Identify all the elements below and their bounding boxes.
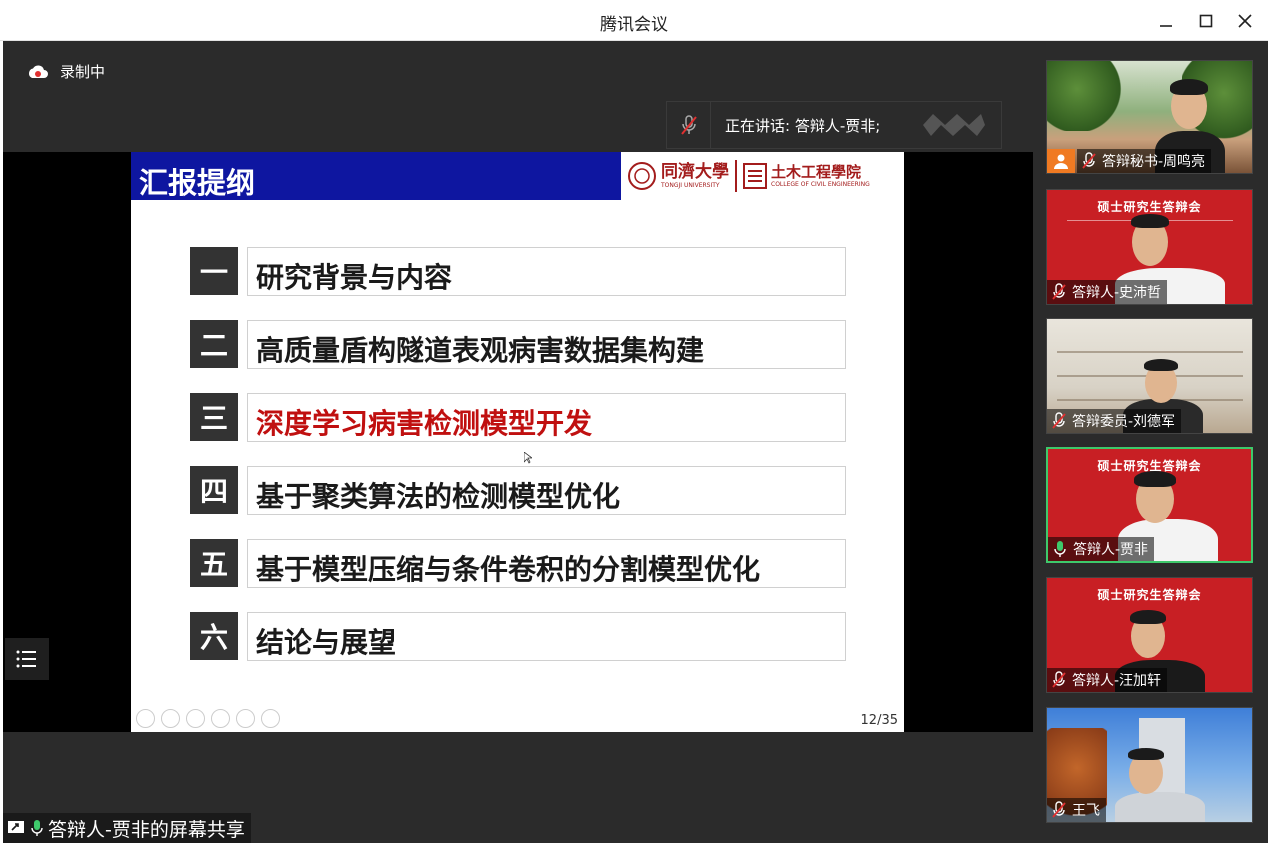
college-name: 土木工程學院 COLLEGE OF CIVIL ENGINEERING (771, 162, 870, 188)
outline-box: 结论与展望 (247, 612, 846, 661)
list-icon (16, 650, 36, 668)
banner-text: 硕士研究生答辩会 (1097, 200, 1202, 214)
next-slide-icon[interactable] (161, 709, 180, 728)
minimize-button[interactable] (1153, 8, 1179, 34)
outline-box: 基于聚类算法的检测模型优化 (247, 466, 846, 515)
participant-tile[interactable]: 答辩委员-刘德军 (1046, 318, 1253, 434)
outline-number: 二 (190, 320, 238, 368)
participant-name: 答辩人-史沛哲 (1072, 285, 1162, 301)
slide-controls (136, 709, 280, 728)
participant-label: 答辩秘书-周鸣亮 (1077, 149, 1212, 173)
host-icon (1047, 149, 1075, 173)
participant-name: 答辩委员-刘德军 (1072, 414, 1176, 430)
outline-text: 基于聚类算法的检测模型优化 (256, 480, 621, 513)
slides-grid-icon[interactable] (211, 709, 230, 728)
college-logo-icon (743, 163, 767, 189)
tongji-name: 同濟大學 TONGJI UNIVERSITY (661, 161, 729, 189)
participant-name: 答辩秘书-周鸣亮 (1102, 154, 1206, 170)
close-button[interactable] (1232, 8, 1258, 34)
close-icon (1238, 14, 1252, 28)
cloud-record-icon (28, 65, 48, 78)
participant-label: 答辩人-贾非 (1048, 537, 1155, 561)
participant-label: 答辩人-汪加轩 (1047, 668, 1168, 692)
maximize-button[interactable] (1193, 8, 1219, 34)
maximize-icon (1199, 14, 1213, 28)
outline-box: 研究背景与内容 (247, 247, 846, 296)
tongji-seal-icon (628, 162, 656, 190)
outline-text: 基于模型压缩与条件卷积的分割模型优化 (256, 553, 761, 586)
university-logos: 同濟大學 TONGJI UNIVERSITY 土木工程學院 COLLEGE OF… (623, 152, 904, 200)
outline-number: 一 (190, 247, 238, 295)
share-owner-label: 答辩人-贾非的屏幕共享 (48, 818, 245, 841)
outline-box: 深度学习病害检测模型开发 (247, 393, 846, 442)
slide-header: 汇报提纲 (131, 152, 621, 200)
outline-number: 六 (190, 612, 238, 660)
mic-active-icon (31, 820, 43, 836)
participant-name: 答辩人-汪加轩 (1072, 673, 1162, 689)
pen-icon[interactable] (186, 709, 205, 728)
participant-tile[interactable]: 答辩秘书-周鸣亮 (1046, 60, 1253, 174)
mic-muted-icon[interactable] (667, 102, 711, 148)
participant-label: 答辩委员-刘德军 (1047, 409, 1182, 433)
participant-label: 王飞 (1047, 798, 1106, 822)
window-title: 腾讯会议 (600, 15, 668, 35)
recording-label: 录制中 (60, 63, 106, 81)
participant-label: 答辩人-史沛哲 (1047, 280, 1168, 304)
participant-tile[interactable]: 王飞 (1046, 707, 1253, 823)
outline-box: 基于模型压缩与条件卷积的分割模型优化 (247, 539, 846, 588)
participant-tile[interactable]: 硕士研究生答辩会 答辩人-汪加轩 (1046, 577, 1253, 693)
outline-text: 高质量盾构隧道表观病害数据集构建 (256, 334, 705, 367)
outline-text: 结论与展望 (256, 626, 397, 659)
speaking-indicator: 正在讲话: 答辩人-贾非; (666, 101, 1002, 149)
tencent-meeting-logo-icon (923, 114, 985, 136)
outline-number: 四 (190, 466, 238, 514)
mouse-cursor-icon (524, 452, 532, 464)
slide-title: 汇报提纲 (139, 166, 256, 200)
outline-box: 高质量盾构隧道表观病害数据集构建 (247, 320, 846, 369)
mic-muted-icon (1052, 801, 1066, 818)
zoom-icon[interactable] (236, 709, 255, 728)
toolbar-list-button[interactable] (5, 638, 49, 680)
participant-tile[interactable]: 硕士研究生答辩会 答辩人-史沛哲 (1046, 189, 1253, 305)
speaking-label: 正在讲话: 答辩人-贾非; (725, 116, 881, 135)
prev-slide-icon[interactable] (136, 709, 155, 728)
mic-muted-icon (1052, 412, 1066, 429)
title-bar: 腾讯会议 (0, 0, 1268, 41)
mic-muted-icon (1052, 283, 1066, 300)
screen-share-label: 答辩人-贾非的屏幕共享 (3, 813, 251, 843)
presentation-slide: 汇报提纲 同濟大學 TONGJI UNIVERSITY 土木工程學院 COLLE… (131, 152, 904, 732)
slide-page-number: 12/35 (860, 713, 898, 728)
recording-indicator[interactable]: 录制中 (26, 61, 105, 82)
mic-muted-icon (1052, 671, 1066, 688)
screen-share-icon (8, 821, 24, 833)
minimize-icon (1160, 25, 1172, 27)
banner-text: 硕士研究生答辩会 (1097, 588, 1202, 602)
outline-number: 三 (190, 393, 238, 441)
mic-active-icon (1054, 541, 1066, 557)
participant-name: 王飞 (1072, 803, 1100, 819)
participant-name: 答辩人-贾非 (1073, 542, 1149, 558)
outline-text-highlighted: 深度学习病害检测模型开发 (256, 407, 593, 440)
participant-tile-active[interactable]: 硕士研究生答辩会 答辩人-贾非 (1046, 447, 1253, 563)
mic-muted-icon (1082, 152, 1096, 169)
outline-text: 研究背景与内容 (256, 261, 453, 294)
outline-number: 五 (190, 539, 238, 587)
more-icon[interactable] (261, 709, 280, 728)
